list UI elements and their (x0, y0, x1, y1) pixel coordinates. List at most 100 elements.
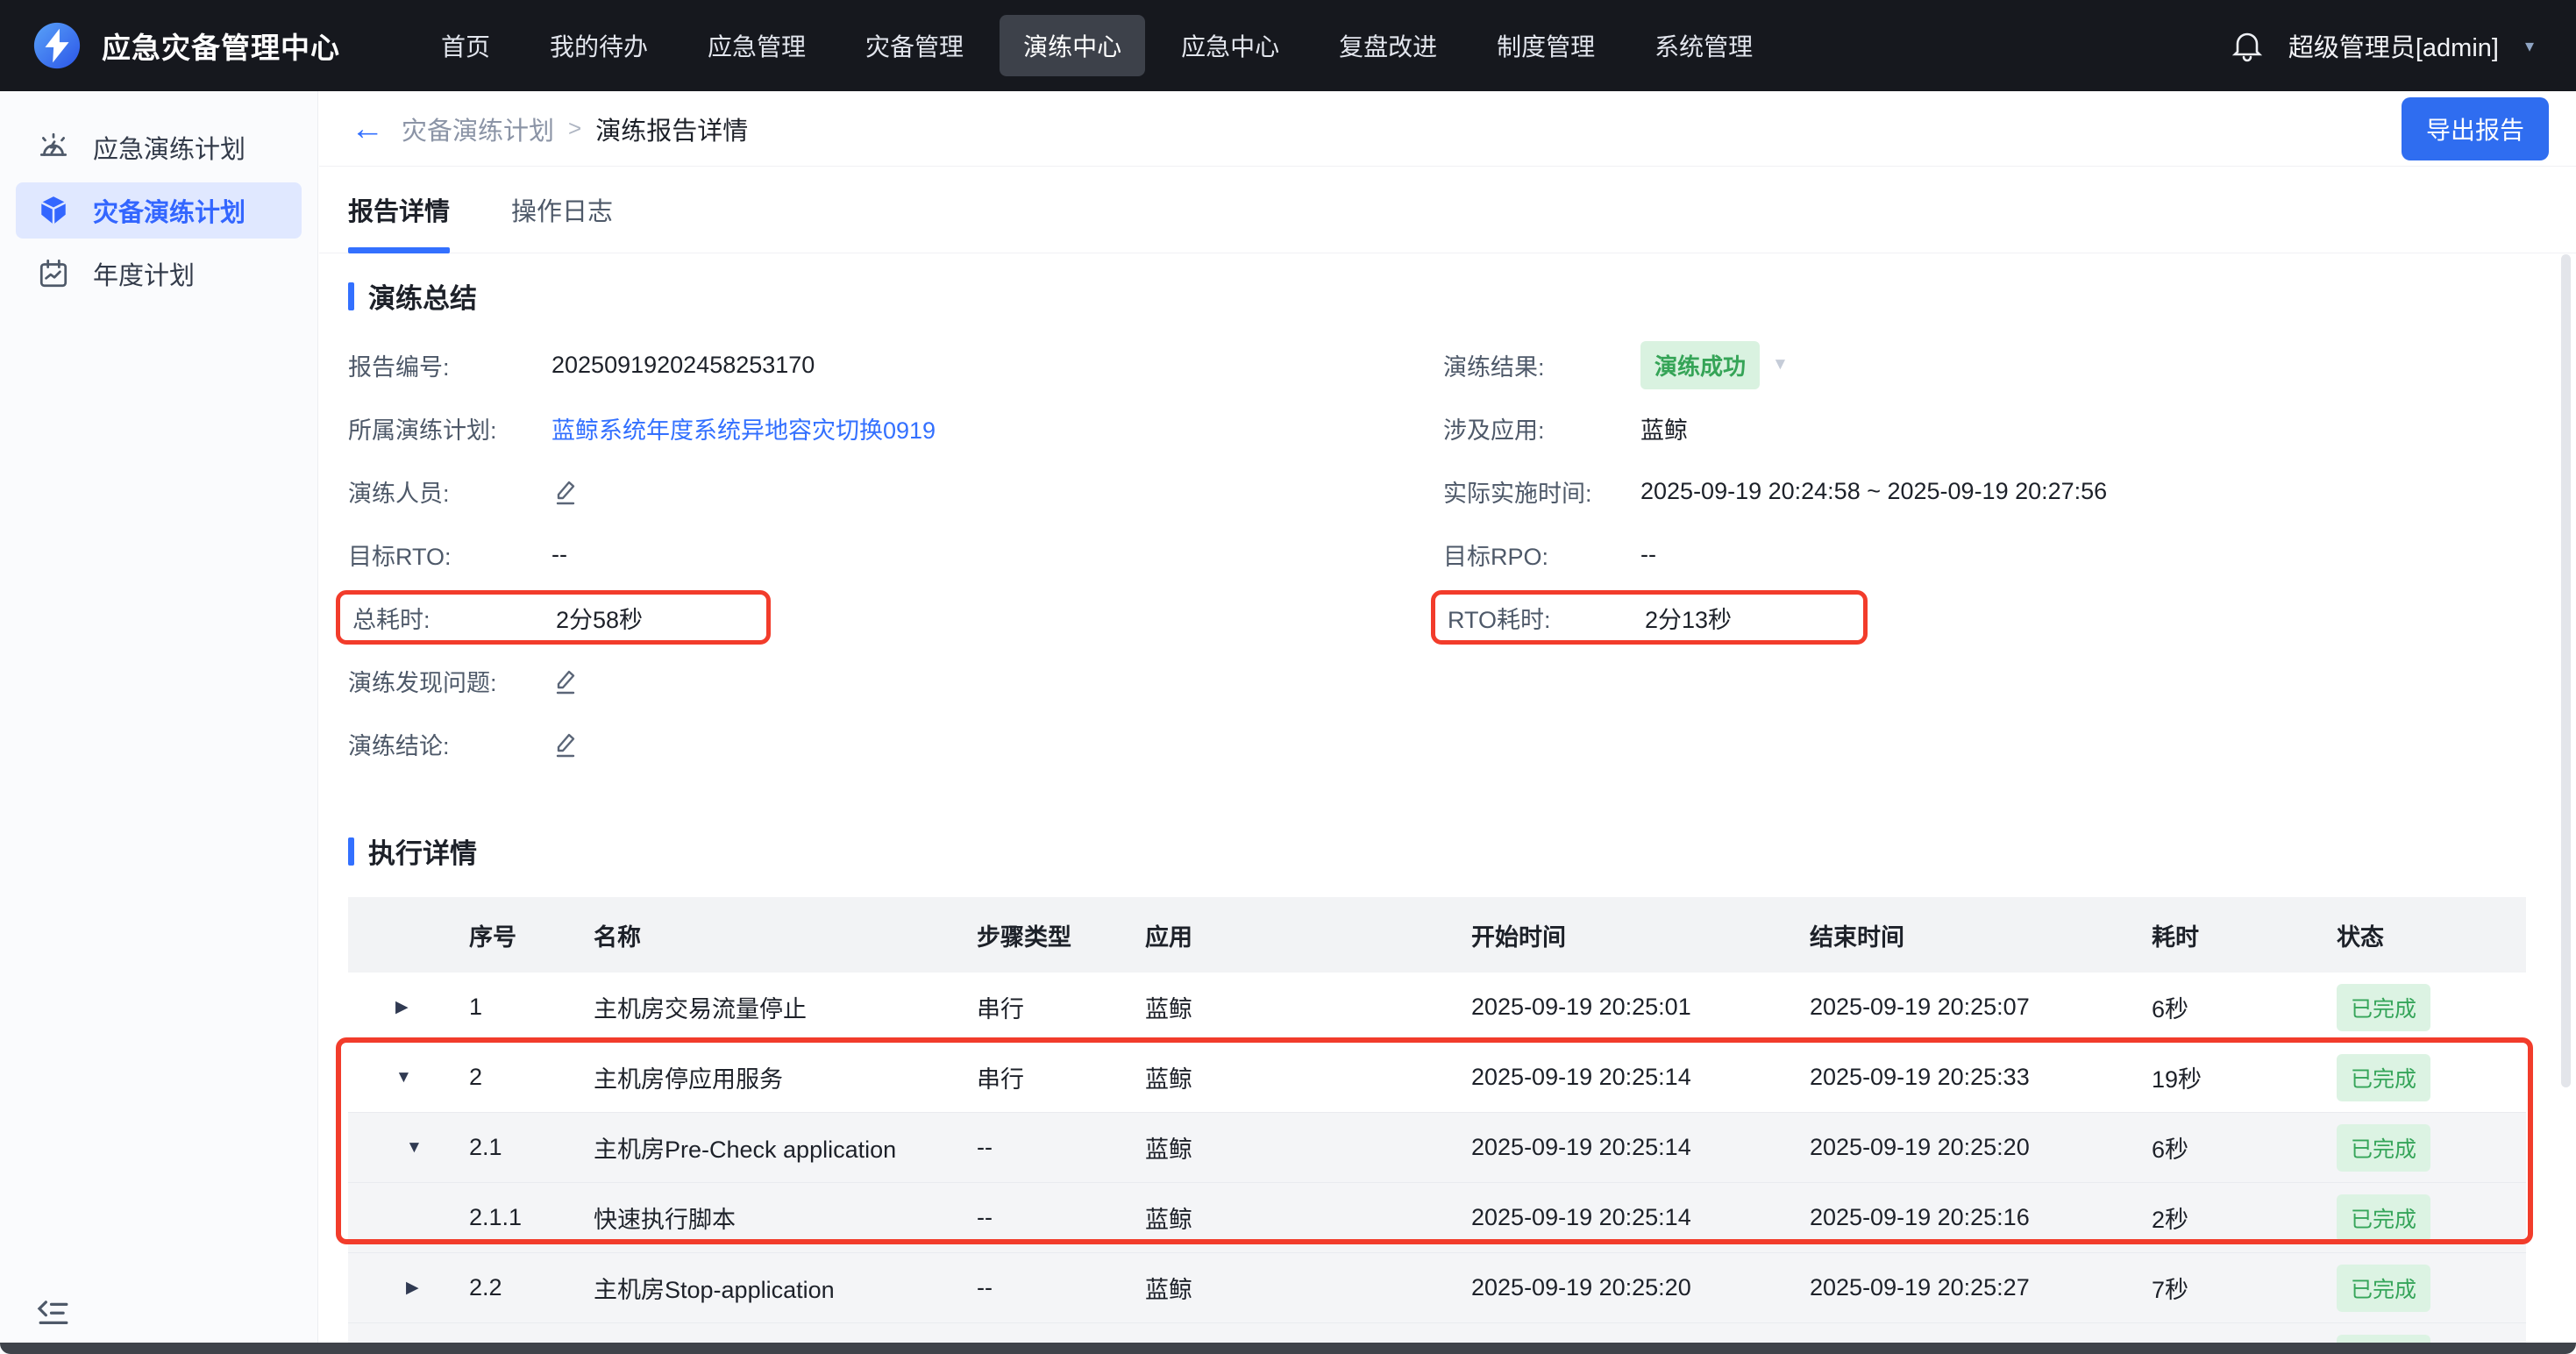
row-start-time: 2025-09-19 20:25:20 (1471, 1274, 1810, 1301)
collapse-sidebar-icon[interactable] (35, 1296, 72, 1328)
expand-row-icon[interactable]: ▶ (348, 997, 469, 1017)
tab-operation-log[interactable]: 操作日志 (511, 167, 613, 253)
row-seq: 2 (469, 1064, 594, 1091)
summary-field-row: 演练发现问题: (348, 649, 1443, 712)
table-row[interactable]: ▼2.1主机房Pre-Check application--蓝鲸2025-09-… (348, 1113, 2526, 1183)
table-header-cell: 名称 (594, 918, 977, 952)
table-row[interactable]: ▼2主机房停应用服务串行蓝鲸2025-09-19 20:25:142025-09… (348, 1043, 2526, 1113)
summary-field-row: 实际实施时间:2025-09-19 20:24:58 ~ 2025-09-19 … (1443, 460, 2525, 523)
table-row[interactable]: ▶2.2主机房Stop-application--蓝鲸2025-09-19 20… (348, 1253, 2526, 1323)
app-window: 应急灾备管理中心 首页我的待办应急管理灾备管理演练中心应急中心复盘改进制度管理系… (0, 0, 2576, 1354)
field-value: -- (551, 541, 567, 568)
row-seq: 2.1.1 (469, 1204, 594, 1231)
app-title: 应急灾备管理中心 (102, 25, 340, 67)
row-status: 已完成 (2337, 1194, 2526, 1242)
dropdown-caret-icon[interactable]: ▼ (1772, 355, 1789, 374)
collapse-row-icon[interactable]: ▼ (348, 1138, 469, 1158)
row-start-time: 2025-09-19 20:25:14 (1471, 1134, 1810, 1161)
edit-icon[interactable] (551, 729, 580, 759)
nav-item-3[interactable]: 应急管理 (684, 15, 829, 76)
sidebar-item-label: 灾备演练计划 (93, 192, 246, 229)
row-app: 蓝鲸 (1145, 1060, 1471, 1094)
chevron-down-icon[interactable]: ▾ (2525, 35, 2534, 57)
field-label: 演练结论: (348, 727, 551, 761)
table-row[interactable]: 2.1.1快速执行脚本--蓝鲸2025-09-19 20:25:142025-0… (348, 1183, 2526, 1253)
nav-item-2[interactable]: 我的待办 (526, 15, 672, 76)
nav-item-9[interactable]: 系统管理 (1631, 15, 1776, 76)
field-label: 总耗时: (352, 601, 556, 635)
table-header-cell: 应用 (1145, 918, 1471, 952)
nav-item-7[interactable]: 复盘改进 (1315, 15, 1461, 76)
calendar-icon (37, 257, 70, 290)
row-status: 已完成 (2337, 1124, 2526, 1172)
app-logo-icon (32, 20, 82, 71)
expand-row-icon[interactable]: ▶ (348, 1278, 469, 1298)
row-step-type: -- (977, 1274, 1145, 1301)
row-step-type: 串行 (977, 1060, 1145, 1094)
nav-item-1[interactable]: 首页 (417, 15, 514, 76)
field-label: 目标RTO: (348, 538, 551, 572)
export-report-button[interactable]: 导出报告 (2402, 97, 2549, 160)
user-menu[interactable]: 超级管理员[admin] (2288, 27, 2499, 64)
summary-title-text: 演练总结 (368, 276, 477, 316)
table-header-cell: 状态 (2337, 918, 2526, 952)
table-header-cell: 结束时间 (1810, 918, 2152, 952)
breadcrumb-current: 演练报告详情 (595, 110, 748, 147)
row-end-time: 2025-09-19 20:25:20 (1810, 1134, 2152, 1161)
result-status-badge[interactable]: 演练成功 (1640, 341, 1760, 389)
summary-field-row: 演练结论: (348, 712, 1443, 775)
row-start-time: 2025-09-19 20:25:01 (1471, 994, 1810, 1021)
row-status: 已完成 (2337, 984, 2526, 1031)
field-label: 实际实施时间: (1443, 474, 1640, 509)
field-value: -- (1640, 541, 1656, 568)
execution-title-text: 执行详情 (368, 831, 477, 871)
status-badge: 已完成 (2337, 1194, 2430, 1242)
summary-field-row: 目标RPO:-- (1443, 523, 2525, 586)
row-name: 主机房交易流量停止 (594, 990, 977, 1024)
field-value: 2025-09-19 20:24:58 ~ 2025-09-19 20:27:5… (1640, 478, 2107, 505)
field-label: 涉及应用: (1443, 411, 1640, 445)
nav-item-8[interactable]: 制度管理 (1473, 15, 1619, 76)
notification-bell-icon[interactable] (2231, 28, 2264, 63)
row-duration: 19秒 (2152, 1060, 2337, 1094)
row-name: 快速执行脚本 (594, 1201, 977, 1235)
sidebar-item-1[interactable]: 应急演练计划 (16, 119, 302, 175)
plan-link[interactable]: 蓝鲸系统年度系统异地容灾切换0919 (551, 411, 936, 445)
row-app: 蓝鲸 (1145, 1201, 1471, 1235)
edit-icon[interactable] (551, 666, 580, 695)
nav-item-5[interactable]: 演练中心 (1000, 15, 1145, 76)
summary-field-row: 演练人员: (348, 460, 1443, 523)
sidebar-item-label: 年度计划 (93, 255, 195, 292)
row-status: 已完成 (2337, 1265, 2526, 1312)
field-value: 蓝鲸 (1640, 411, 1688, 445)
table-row[interactable]: ▶1主机房交易流量停止串行蓝鲸2025-09-19 20:25:012025-0… (348, 973, 2526, 1043)
summary-field-row: 总耗时:2分58秒 (348, 586, 1443, 649)
vertical-scrollbar[interactable] (2561, 254, 2571, 1087)
sidebar-item-2[interactable]: 灾备演练计划 (16, 182, 302, 239)
row-duration: 2秒 (2152, 1201, 2337, 1235)
row-app: 蓝鲸 (1145, 1130, 1471, 1165)
nav-right: 超级管理员[admin] ▾ (2231, 27, 2534, 64)
summary-field-row: 所属演练计划:蓝鲸系统年度系统异地容灾切换0919 (348, 396, 1443, 460)
row-app: 蓝鲸 (1145, 990, 1471, 1024)
sidebar-item-label: 应急演练计划 (93, 129, 246, 166)
tab-report-detail[interactable]: 报告详情 (348, 167, 450, 253)
edit-icon[interactable] (551, 476, 580, 506)
field-label: 目标RPO: (1443, 538, 1640, 572)
table-header-row: 序号名称步骤类型应用开始时间结束时间耗时状态 (348, 897, 2526, 973)
top-nav: 应急灾备管理中心 首页我的待办应急管理灾备管理演练中心应急中心复盘改进制度管理系… (0, 0, 2576, 91)
row-start-time: 2025-09-19 20:25:14 (1471, 1204, 1810, 1231)
field-label: 演练发现问题: (348, 664, 551, 698)
collapse-row-icon[interactable]: ▼ (348, 1068, 469, 1087)
row-name: 主机房Pre-Check application (594, 1130, 977, 1165)
summary-field-row: 目标RTO:-- (348, 523, 1443, 586)
row-step-type: 串行 (977, 990, 1145, 1024)
nav-item-6[interactable]: 应急中心 (1157, 15, 1303, 76)
section-bar (348, 837, 354, 866)
sidebar-item-3[interactable]: 年度计划 (16, 246, 302, 302)
row-end-time: 2025-09-19 20:25:07 (1810, 994, 2152, 1021)
nav-item-4[interactable]: 灾备管理 (842, 15, 987, 76)
table-header-cell: 耗时 (2152, 918, 2337, 952)
back-arrow-icon[interactable]: ← (351, 112, 384, 146)
breadcrumb-link[interactable]: 灾备演练计划 (402, 110, 554, 147)
